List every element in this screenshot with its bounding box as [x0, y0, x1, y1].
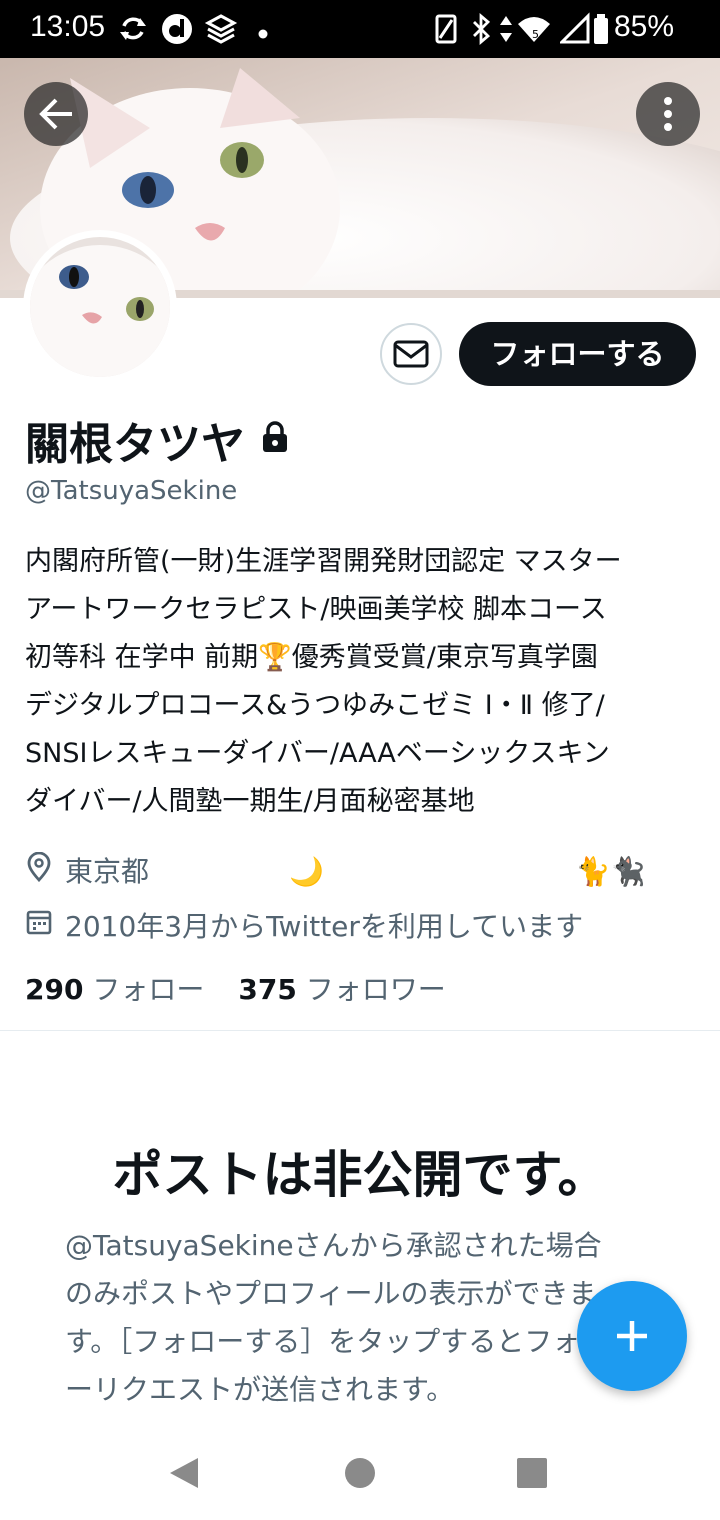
message-button[interactable] — [380, 323, 442, 385]
following-link[interactable]: 290 フォロー — [25, 973, 204, 1006]
bluetooth-icon — [470, 12, 492, 50]
bio-line: 初等科 在学中 前期🏆優秀賞受賞/東京写真学園 — [25, 642, 598, 673]
avatar[interactable] — [23, 230, 177, 384]
more-options-button[interactable] — [636, 82, 700, 146]
status-bar: 13:05 5 85% — [0, 0, 720, 58]
layers-icon — [204, 12, 238, 50]
bio-line: 内閣府所管(一財)生涯学習開発財団認定 マスター — [25, 546, 622, 577]
status-time: 13:05 — [30, 10, 106, 43]
bio-line: デジタルプロコース&うつゆみこゼミ Ⅰ・Ⅱ 修了/ — [25, 690, 605, 721]
location-pin-icon — [26, 851, 52, 886]
signal-icon — [558, 12, 590, 50]
follow-counts: 290 フォロー 375 フォロワー — [25, 968, 446, 1008]
plus-icon — [617, 1321, 647, 1351]
avatar-image — [30, 237, 170, 377]
joined-date: 2010年3月からTwitterを利用しています — [65, 910, 584, 943]
divider — [0, 1030, 720, 1031]
location: 東京都 🌙 🐈🐈‍⬛ — [65, 855, 646, 888]
wifi-icon: 5 — [516, 12, 552, 50]
nav-recents-icon[interactable] — [515, 1456, 549, 1494]
arrow-left-icon — [39, 98, 72, 130]
nav-home-icon[interactable] — [342, 1455, 378, 1495]
bio-line: アートワークセラピスト/映画美学校 脚本コース — [25, 594, 607, 625]
followers-label: フォロワー — [305, 973, 446, 1006]
follow-button[interactable]: フォローする — [459, 322, 696, 386]
system-nav-bar — [0, 1430, 720, 1520]
envelope-icon — [393, 340, 429, 368]
calendar-icon — [26, 908, 52, 940]
compose-button[interactable] — [577, 1281, 687, 1391]
description-line: @TatsuyaSekineさんから承認された場合 — [65, 1229, 602, 1262]
back-button[interactable] — [24, 82, 88, 146]
bio-line: ダイバー/人間塾一期生/月面秘密基地 — [25, 786, 475, 817]
protected-title: ポストは非公開です。 — [112, 1146, 608, 1204]
bio: 内閣府所管(一財)生涯学習開発財団認定 マスター アートワークセラピスト/映画美… — [25, 538, 695, 826]
battery-icon — [592, 12, 610, 50]
lock-icon — [260, 420, 290, 458]
vibrate-icon — [434, 12, 460, 50]
more-vertical-icon — [664, 97, 672, 131]
bio-line: SNSIレスキューダイバー/AAAベーシックスキン — [25, 738, 610, 769]
user-handle: @TatsuyaSekine — [25, 476, 238, 506]
sync-icon — [118, 12, 148, 50]
following-label: フォロー — [92, 973, 205, 1006]
nav-back-icon[interactable] — [166, 1454, 202, 1496]
data-arrows-icon — [498, 12, 514, 50]
d-app-icon — [160, 12, 194, 50]
svg-text:5: 5 — [532, 28, 539, 41]
display-name: 關根タツヤ — [25, 419, 245, 470]
following-count: 290 — [25, 973, 84, 1006]
followers-count: 375 — [238, 973, 297, 1006]
battery-percent: 85% — [614, 10, 675, 43]
dot-icon — [258, 24, 268, 43]
followers-link[interactable]: 375 フォロワー — [238, 973, 445, 1006]
